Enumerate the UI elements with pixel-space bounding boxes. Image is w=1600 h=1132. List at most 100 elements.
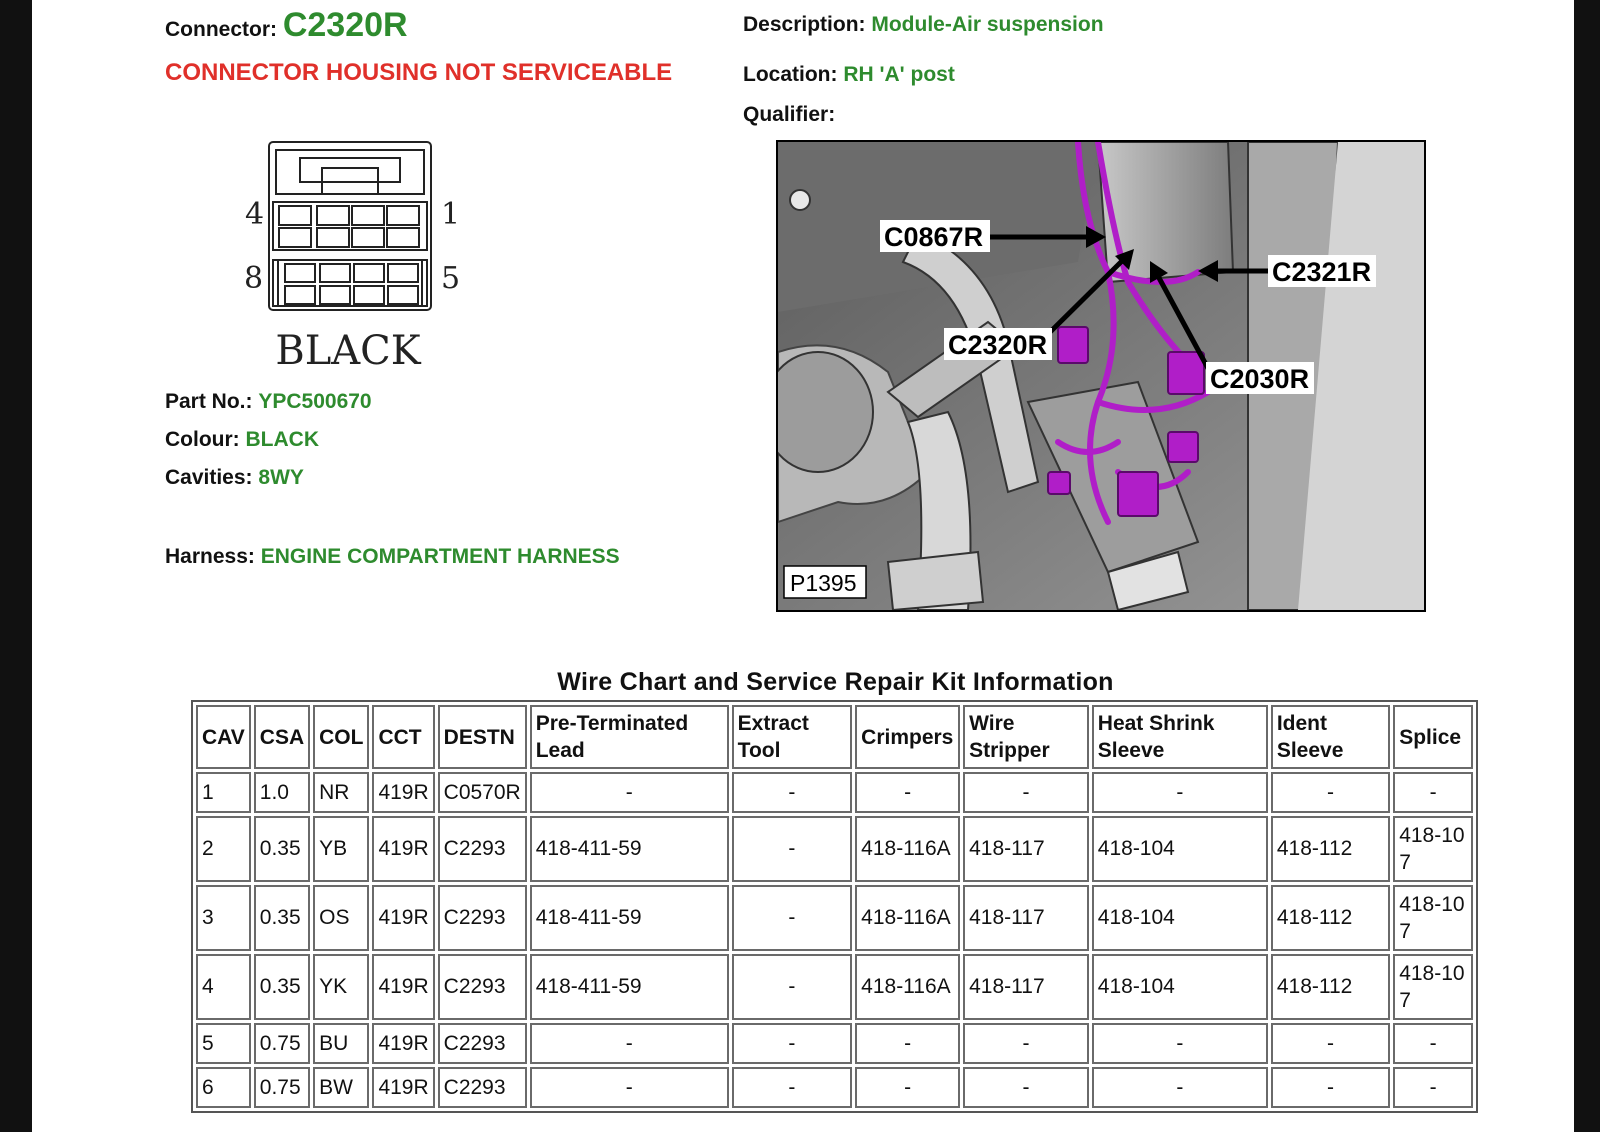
connector-pinout-drawing: 4 1 8 5 BLACK (230, 132, 470, 382)
cell-destn: C2293 (437, 954, 527, 1020)
location-field: Location: RH 'A' post (743, 63, 955, 87)
cell-destn: C2293 (437, 1023, 527, 1064)
cell-ident-sleeve: 418-112 (1270, 954, 1391, 1020)
cell-cav: 2 (196, 816, 251, 882)
header-cav: CAV (196, 705, 251, 769)
figure-id: P1395 (790, 570, 857, 596)
cell-pre-terminated-lead: - (529, 1067, 729, 1108)
header-splice: Splice (1393, 705, 1473, 769)
cavities-value: 8WY (258, 466, 304, 489)
cell-csa: 0.35 (253, 954, 311, 1020)
callout-c2030r: C2030R (1210, 364, 1309, 394)
cell-col: OS (313, 885, 370, 951)
location-illustration: C0867R C2321R C2320R C2030R P1395 (776, 140, 1426, 612)
vehicle-interior-illustration: C0867R C2321R C2320R C2030R P1395 (778, 142, 1424, 610)
header-crimpers: Crimpers (855, 705, 961, 769)
cell-heat-shrink-sleeve: 418-104 (1091, 885, 1268, 951)
connector-face-diagram: 4 1 8 5 BLACK (244, 141, 460, 374)
cell-wire-stripper: 418-117 (963, 885, 1089, 951)
cell-pre-terminated-lead: 418-411-59 (529, 954, 729, 1020)
cell-splice: - (1393, 772, 1473, 813)
cell-ident-sleeve: - (1270, 1023, 1391, 1064)
callout-c2321r: C2321R (1272, 257, 1371, 287)
cavities-label: Cavities: (165, 466, 253, 489)
connector-label: Connector: (165, 18, 277, 41)
cell-pre-terminated-lead: 418-411-59 (529, 885, 729, 951)
qualifier-label: Qualifier: (743, 103, 836, 126)
cell-heat-shrink-sleeve: 418-104 (1091, 816, 1268, 882)
header-ident-sleeve: Ident Sleeve (1270, 705, 1391, 769)
cell-ident-sleeve: - (1270, 772, 1391, 813)
cell-extract-tool: - (731, 1023, 853, 1064)
cavities-field: Cavities: 8WY (165, 466, 304, 490)
part-no-value: YPC500670 (258, 390, 372, 413)
part-no-label: Part No.: (165, 390, 253, 413)
pin-1-label: 1 (441, 197, 460, 232)
connector-field: Connector: C2320R (165, 6, 408, 45)
table-row: 2 0.35 YB 419R C2293 418-411-59 - 418-11… (196, 816, 1473, 882)
header-pre-terminated-lead: Pre-Terminated Lead (529, 705, 729, 769)
cell-crimpers: 418-116A (855, 816, 961, 882)
header-csa: CSA (253, 705, 311, 769)
cell-crimpers: - (855, 1023, 961, 1064)
cell-ident-sleeve: - (1270, 1067, 1391, 1108)
cell-col: NR (313, 772, 370, 813)
cell-splice: 418-107 (1393, 885, 1473, 951)
pinout-colour-caption: BLACK (275, 328, 421, 374)
description-field: Description: Module-Air suspension (743, 13, 1104, 37)
cell-cav: 4 (196, 954, 251, 1020)
header-destn: DESTN (437, 705, 527, 769)
cell-destn: C2293 (437, 1067, 527, 1108)
description-value: Module-Air suspension (871, 13, 1104, 36)
colour-field: Colour: BLACK (165, 428, 319, 452)
cell-splice: 418-107 (1393, 816, 1473, 882)
cell-cct: 419R (372, 885, 435, 951)
cell-crimpers: - (855, 1067, 961, 1108)
cell-heat-shrink-sleeve: - (1091, 772, 1268, 813)
harness-value: ENGINE COMPARTMENT HARNESS (260, 545, 620, 568)
cell-heat-shrink-sleeve: - (1091, 1067, 1268, 1108)
table-row: 6 0.75 BW 419R C2293 - - - - - - - (196, 1067, 1473, 1108)
warning-text: CONNECTOR HOUSING NOT SERVICEABLE (165, 59, 673, 86)
colour-value: BLACK (245, 428, 320, 451)
cell-ident-sleeve: 418-112 (1270, 885, 1391, 951)
description-label: Description: (743, 13, 866, 36)
cell-csa: 0.75 (253, 1067, 311, 1108)
cell-wire-stripper: - (963, 1067, 1089, 1108)
part-no-field: Part No.: YPC500670 (165, 390, 372, 414)
cell-col: BW (313, 1067, 370, 1108)
cell-splice: - (1393, 1023, 1473, 1064)
cell-splice: - (1393, 1067, 1473, 1108)
cell-cct: 419R (372, 1067, 435, 1108)
harness-field: Harness: ENGINE COMPARTMENT HARNESS (165, 545, 620, 569)
connector-value: C2320R (282, 6, 408, 44)
cell-pre-terminated-lead: - (529, 1023, 729, 1064)
cell-cct: 419R (372, 1023, 435, 1064)
header-extract-tool: Extract Tool (731, 705, 853, 769)
cell-col: YK (313, 954, 370, 1020)
pin-5-label: 5 (441, 261, 460, 296)
cell-cct: 419R (372, 954, 435, 1020)
cell-heat-shrink-sleeve: - (1091, 1023, 1268, 1064)
document-page: Connector: C2320R CONNECTOR HOUSING NOT … (32, 0, 1574, 1132)
cell-col: BU (313, 1023, 370, 1064)
location-label: Location: (743, 63, 838, 86)
cell-crimpers: 418-116A (855, 954, 961, 1020)
cell-wire-stripper: - (963, 1023, 1089, 1064)
cell-extract-tool: - (731, 1067, 853, 1108)
header-col: COL (313, 705, 370, 769)
cell-heat-shrink-sleeve: 418-104 (1091, 954, 1268, 1020)
cell-cct: 419R (372, 772, 435, 813)
cell-wire-stripper: - (963, 772, 1089, 813)
wire-chart-title: Wire Chart and Service Repair Kit Inform… (557, 668, 1114, 696)
table-row: 5 0.75 BU 419R C2293 - - - - - - - (196, 1023, 1473, 1064)
cell-csa: 0.75 (253, 1023, 311, 1064)
cell-csa: 0.35 (253, 885, 311, 951)
cell-extract-tool: - (731, 772, 853, 813)
cell-cav: 5 (196, 1023, 251, 1064)
cell-cav: 6 (196, 1067, 251, 1108)
cell-cct: 419R (372, 816, 435, 882)
cell-destn: C0570R (437, 772, 527, 813)
cell-cav: 3 (196, 885, 251, 951)
header-cct: CCT (372, 705, 435, 769)
